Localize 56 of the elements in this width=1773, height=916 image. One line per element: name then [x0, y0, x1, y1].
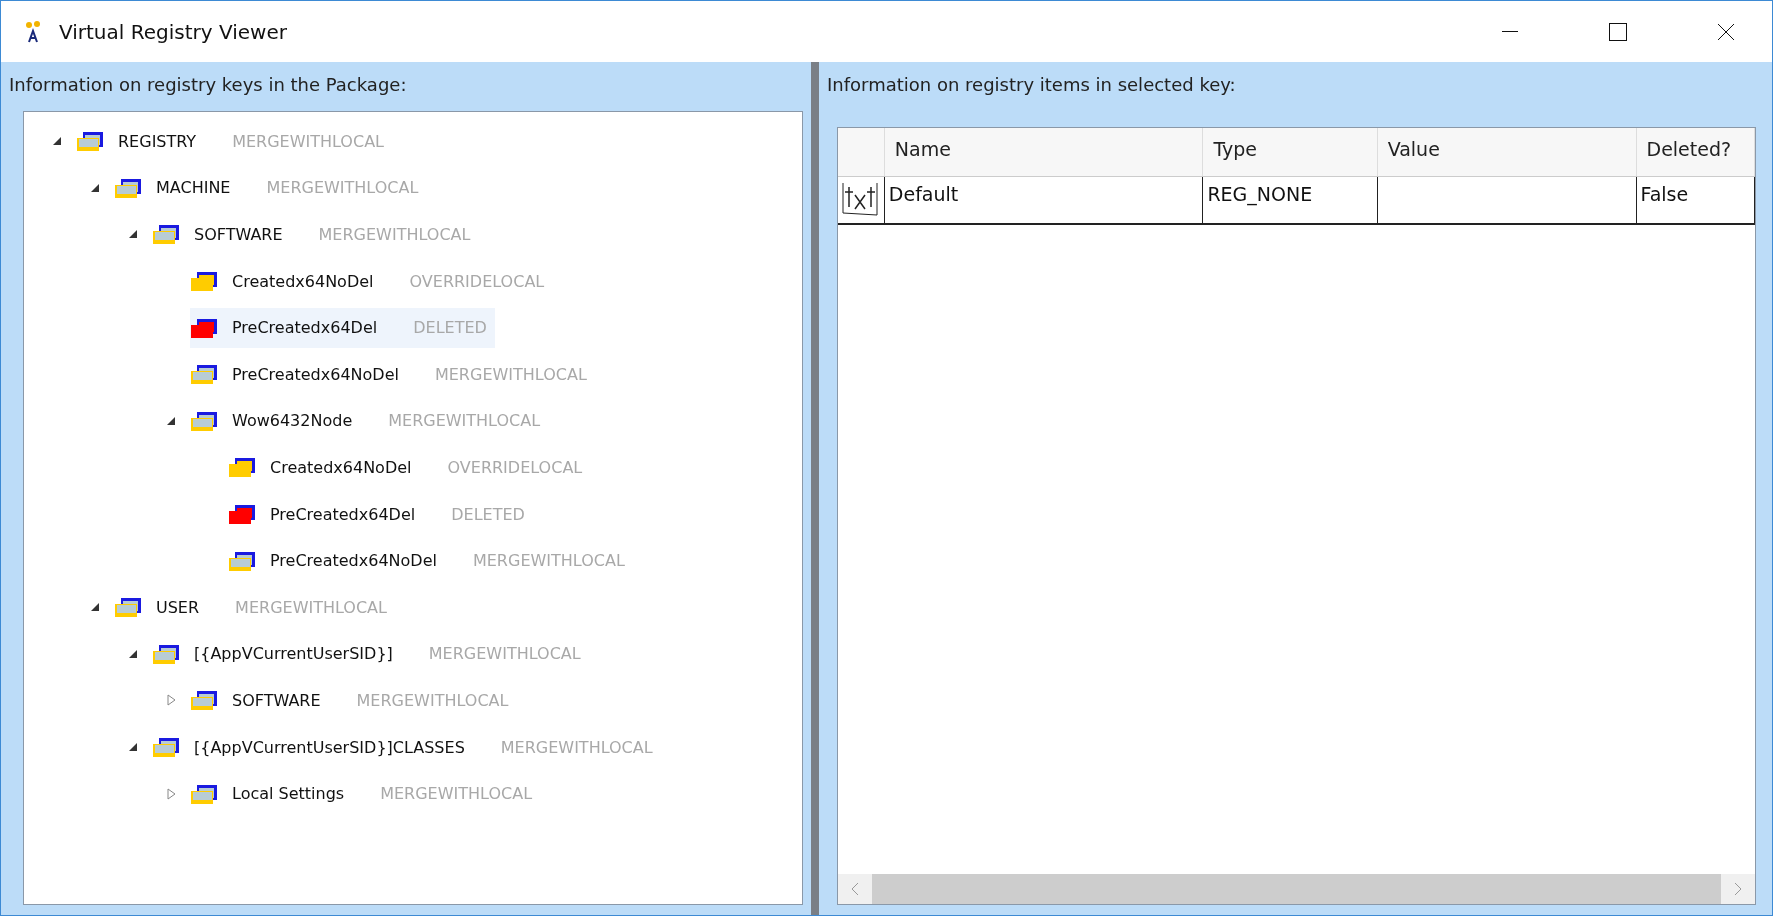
- table-cell: False: [1636, 177, 1755, 223]
- window-title: Virtual Registry Viewer: [59, 19, 288, 44]
- folder-icon: [190, 316, 218, 339]
- tree-item[interactable]: SOFTWARE MERGEWITHLOCAL: [152, 214, 479, 255]
- column-header[interactable]: Type: [1203, 128, 1378, 176]
- folder-icon: [152, 642, 180, 665]
- folder-icon: [228, 456, 256, 479]
- expand-triangle-icon[interactable]: [166, 694, 176, 707]
- tree-item[interactable]: [{AppVCurrentUserSID}]CLASSES MERGEWITHLOCAL: [152, 727, 661, 767]
- folder-icon: [114, 176, 142, 199]
- text-value-icon: [841, 181, 879, 217]
- collapse-triangle-icon[interactable]: [128, 648, 138, 659]
- folder-icon: [114, 596, 142, 619]
- collapse-triangle-icon[interactable]: [128, 229, 138, 240]
- folder-icon: [190, 782, 218, 805]
- maximize-icon: [1609, 22, 1627, 41]
- folder-icon: [190, 363, 218, 386]
- column-header[interactable]: Value: [1377, 128, 1637, 176]
- folder-icon: [190, 689, 218, 712]
- tree-item[interactable]: Createdx64NoDel OVERRIDELOCAL: [228, 447, 591, 488]
- tree-item[interactable]: USER MERGEWITHLOCAL: [114, 587, 395, 628]
- tree-item[interactable]: PreCreatedx64NoDel MERGEWITHLOCAL: [228, 540, 633, 581]
- close-icon: [1717, 22, 1735, 41]
- table-cell: Default: [884, 177, 1204, 223]
- expand-triangle-icon[interactable]: [166, 787, 176, 800]
- tree-item[interactable]: REGISTRY MERGEWITHLOCAL: [76, 121, 392, 162]
- folder-icon: [152, 736, 180, 758]
- folder-icon: [152, 223, 180, 246]
- collapse-triangle-icon[interactable]: [52, 136, 62, 147]
- collapse-triangle-icon[interactable]: [90, 182, 100, 193]
- tree-item[interactable]: Wow6432Node MERGEWITHLOCAL: [190, 400, 549, 441]
- tree-item[interactable]: MACHINE MERGEWITHLOCAL: [114, 167, 427, 208]
- panel-label: Information on registry items in selected key:: [827, 74, 1237, 95]
- app-icon: [25, 19, 43, 44]
- tree-item[interactable]: PreCreatedx64Del DELETED: [228, 494, 533, 535]
- folder-icon: [76, 130, 104, 153]
- tree-item[interactable]: SOFTWARE MERGEWITHLOCAL: [190, 680, 517, 721]
- collapse-triangle-icon[interactable]: [90, 602, 100, 613]
- tree-item[interactable]: PreCreatedx64NoDel MERGEWITHLOCAL: [190, 354, 595, 395]
- folder-icon: [228, 549, 256, 572]
- chevron-left-icon: [851, 882, 859, 896]
- collapse-triangle-icon[interactable]: [166, 415, 176, 426]
- minimize-icon: [1502, 30, 1518, 33]
- folder-icon: [228, 503, 256, 526]
- panel-label: Information on registry keys in the Package:: [9, 74, 408, 95]
- folder-icon: [190, 409, 218, 432]
- folder-icon: [190, 270, 218, 293]
- column-header[interactable]: Deleted?: [1636, 128, 1755, 176]
- tree-item[interactable]: Local Settings MERGEWITHLOCAL: [190, 773, 541, 814]
- tree-item[interactable]: PreCreatedx64Del DELETED: [190, 307, 495, 348]
- collapse-triangle-icon[interactable]: [128, 742, 138, 752]
- column-header[interactable]: Name: [884, 128, 1204, 176]
- tree-item[interactable]: [{AppVCurrentUserSID}] MERGEWITHLOCAL: [152, 633, 589, 674]
- chevron-right-icon: [1734, 882, 1742, 896]
- tree-item[interactable]: Createdx64NoDel OVERRIDELOCAL: [190, 261, 553, 302]
- table-cell: REG_NONE: [1203, 177, 1378, 223]
